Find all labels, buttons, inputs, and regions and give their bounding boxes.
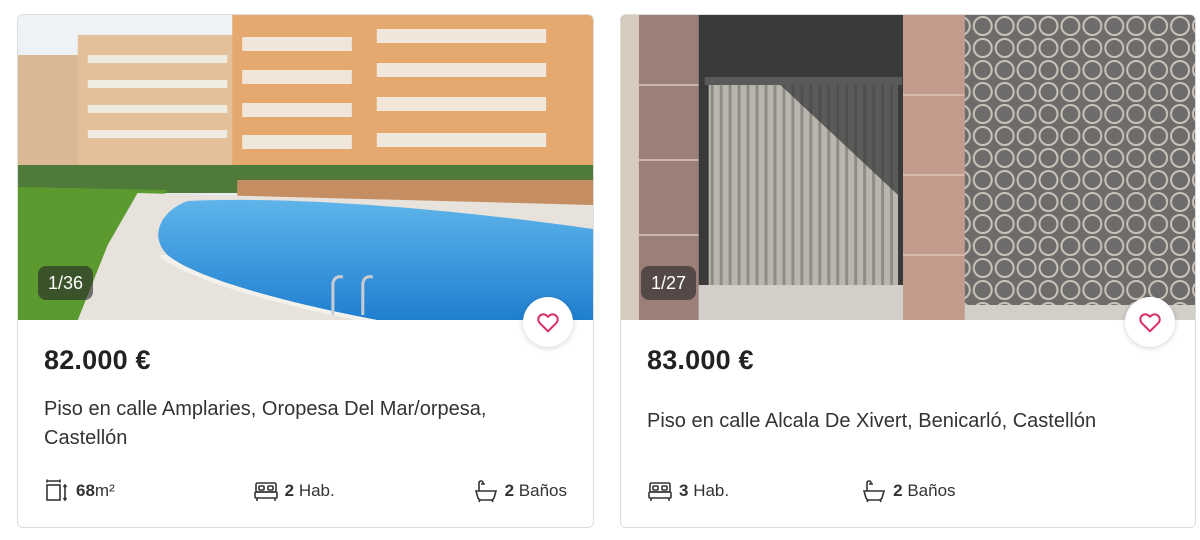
rooms-value: 2 [284, 481, 295, 500]
photo-counter: 1/36 [38, 266, 94, 300]
area-value: 68 [76, 481, 95, 500]
rooms-label: Hab. [693, 481, 730, 500]
bathtub-icon [863, 480, 886, 503]
baths-label: Baños [518, 481, 567, 500]
feature-rooms: 3 Hab. [647, 478, 729, 504]
bed-icon [253, 482, 278, 501]
rooms-value: 3 [679, 481, 689, 500]
listing-photo[interactable] [18, 15, 593, 320]
rooms-label: Hab. [298, 481, 335, 500]
favorite-button[interactable] [1125, 297, 1175, 347]
baths-value: 2 [893, 481, 903, 500]
baths-label: Baños [907, 481, 956, 500]
listing-card[interactable]: 1/27 83.000 € Piso en calle Alcala De Xi… [620, 14, 1196, 528]
listing-features: 3 Hab. 2 Baños [647, 477, 1169, 505]
photo-counter: 1/27 [641, 266, 697, 300]
area-unit: m² [94, 481, 115, 500]
listing-price: 82.000 € [44, 345, 151, 375]
heart-outline-icon [537, 313, 559, 333]
area-icon [46, 479, 68, 502]
feature-rooms: 2 Hab. [253, 478, 335, 504]
listing-photo[interactable] [621, 15, 1195, 320]
listing-title[interactable]: Piso en calle Amplaries, Oropesa Del Mar… [44, 395, 564, 453]
feature-baths: 2 Baños [473, 478, 567, 504]
bathtub-icon [474, 480, 497, 503]
favorite-button[interactable] [523, 297, 573, 347]
listing-features: 68m² 2 Hab. 2 Baños [44, 477, 567, 505]
feature-baths: 2 Baños [861, 478, 956, 504]
listing-card[interactable]: 1/36 82.000 € Piso en calle Amplaries, O… [17, 14, 594, 528]
feature-area: 68m² [44, 478, 115, 504]
bed-icon [648, 482, 672, 501]
heart-outline-icon [1139, 313, 1161, 333]
listing-title[interactable]: Piso en calle Alcala De Xivert, Benicarl… [647, 407, 1167, 436]
listing-price: 83.000 € [647, 345, 754, 375]
baths-value: 2 [504, 481, 515, 500]
